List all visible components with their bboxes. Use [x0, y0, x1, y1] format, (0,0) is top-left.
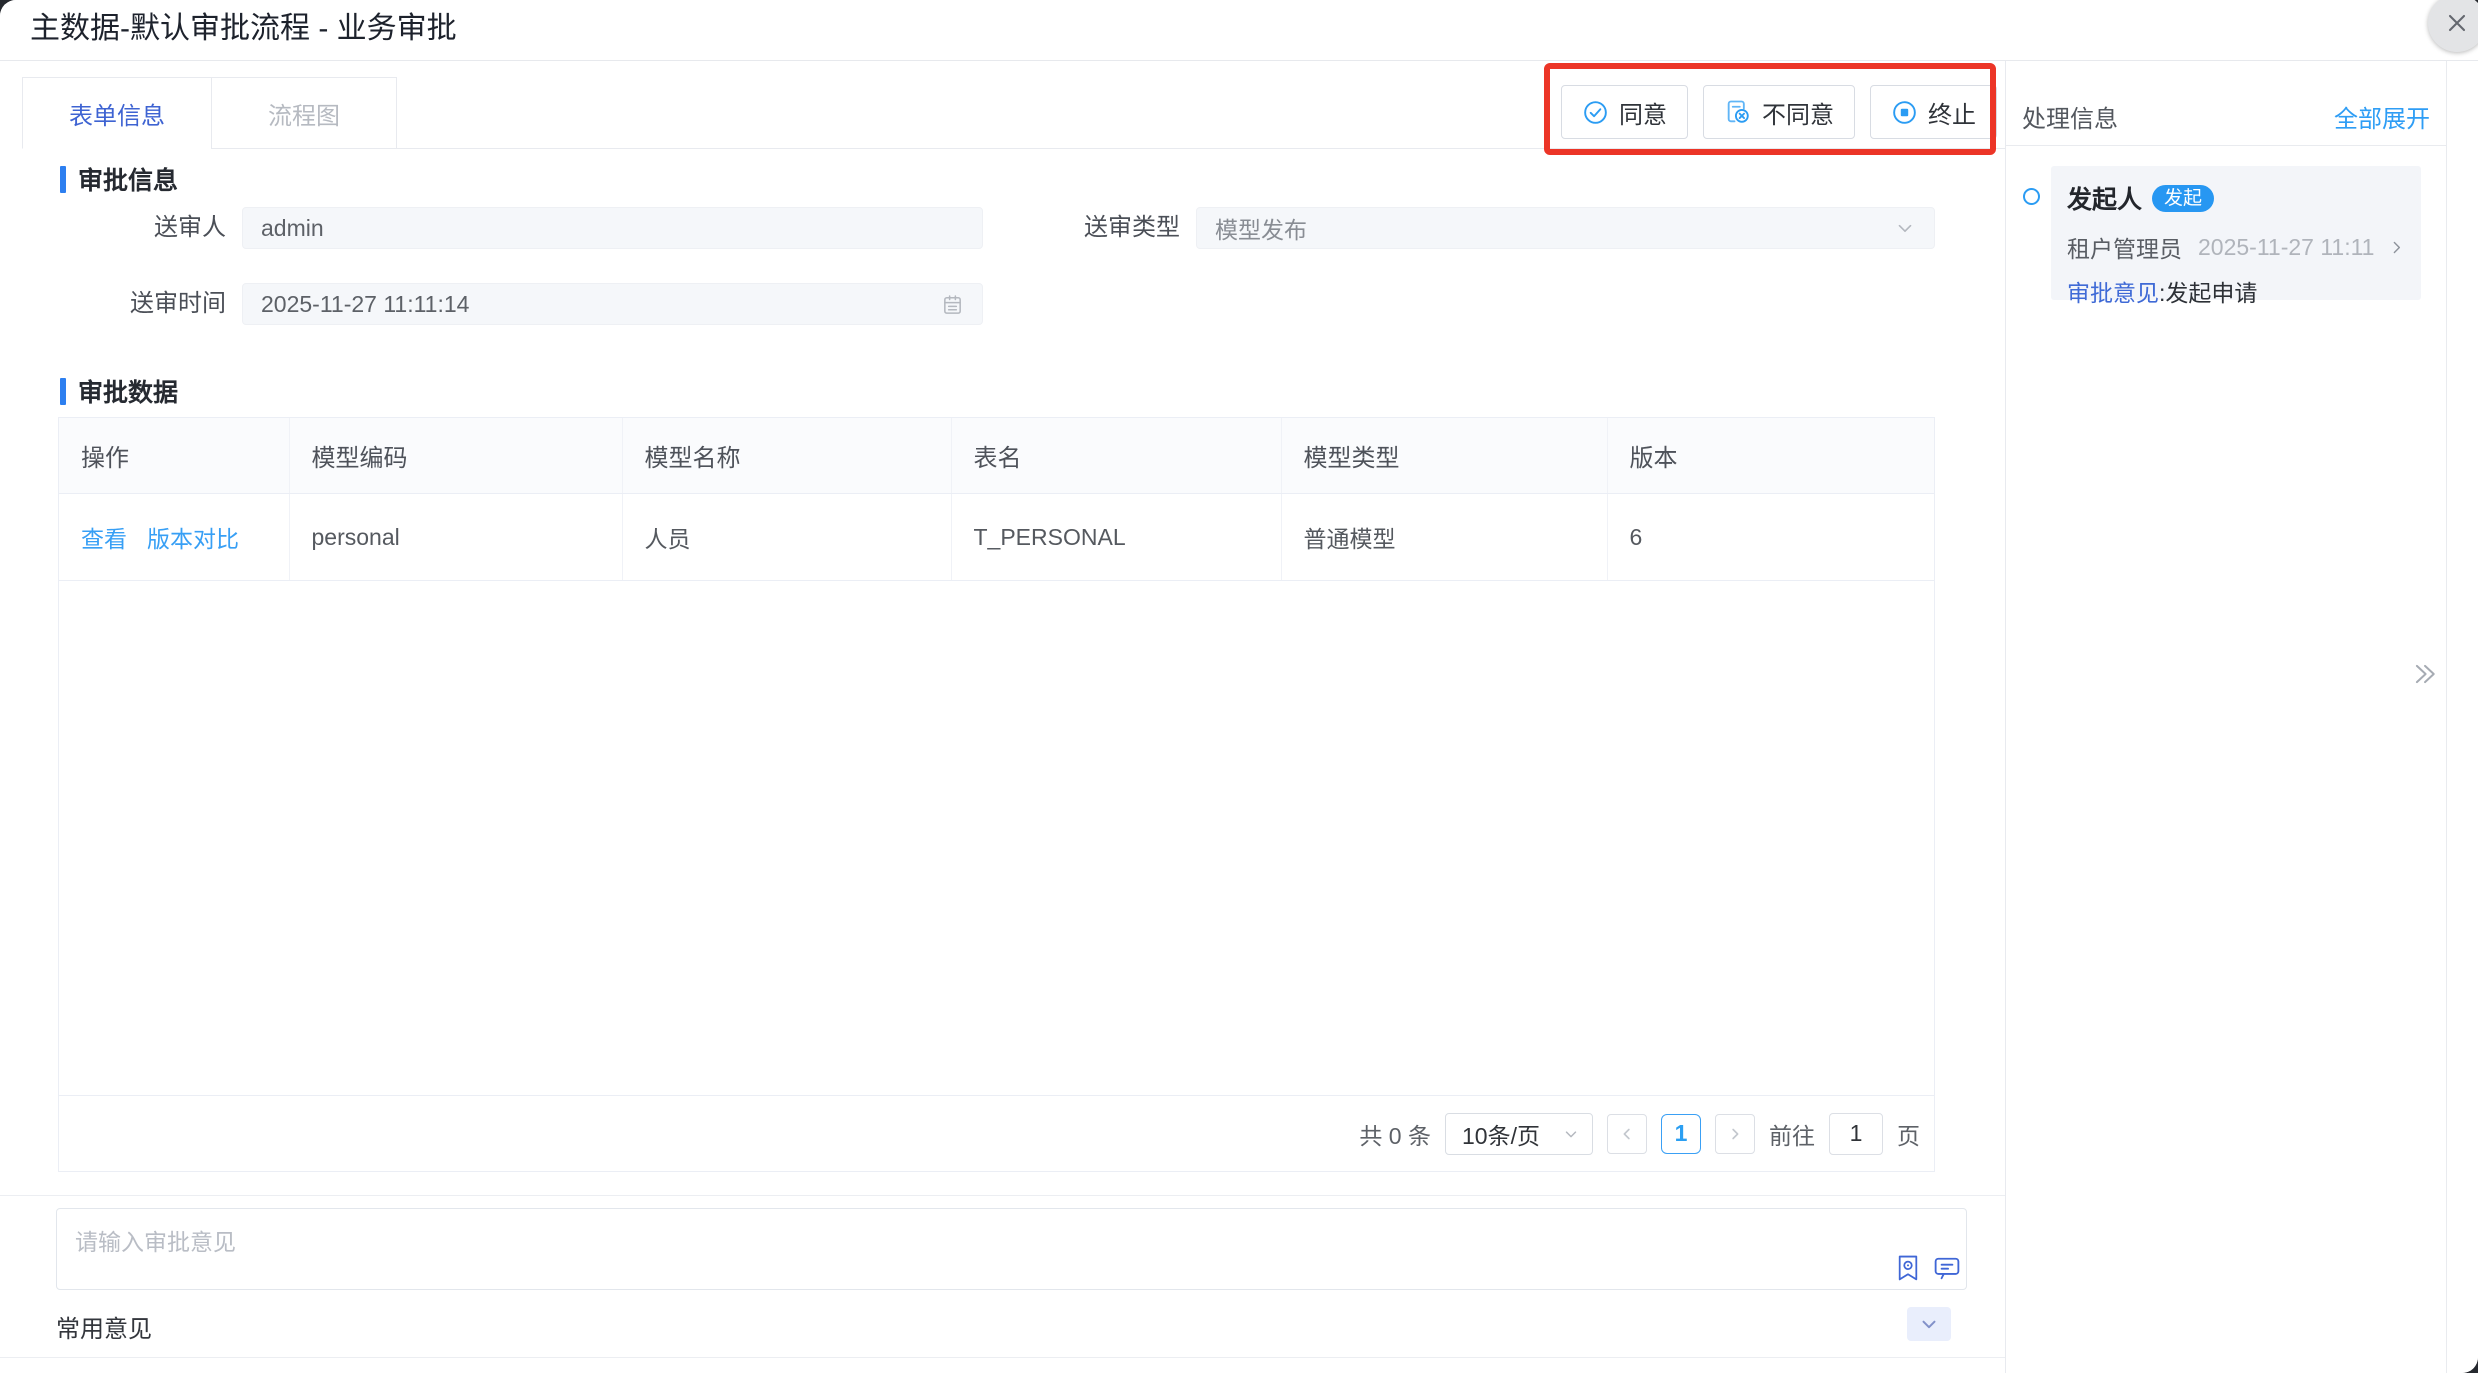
initiator-role: 发起人 — [2067, 180, 2142, 216]
section-bar — [60, 166, 66, 193]
expand-all-link[interactable]: 全部展开 — [2334, 99, 2430, 134]
section-approval-info-title: 审批信息 — [78, 161, 178, 197]
dialog-content: 表单信息 流程图 同意 不同 — [0, 61, 2478, 1373]
tab-form-info-label: 表单信息 — [69, 96, 165, 131]
pagination-total: 共 0 条 — [1359, 1117, 1431, 1151]
cell-version: 6 — [1607, 494, 1934, 581]
approval-dialog: 主数据-默认审批流程 - 业务审批 表单信息 流程图 同意 — [0, 0, 2478, 1373]
chevron-down-icon — [1894, 217, 1916, 239]
footer-divider — [0, 1357, 2005, 1358]
expand-item-chevron-icon[interactable] — [2388, 239, 2405, 256]
type-select[interactable]: 模型发布 — [1196, 207, 1935, 249]
process-info-panel: 处理信息 全部展开 发起人 发起 租户管理员 2025-11-27 11:11 — [2006, 61, 2478, 1373]
col-header-model-code: 模型编码 — [289, 418, 622, 494]
view-link[interactable]: 查看 — [81, 526, 127, 552]
opinion-value: :发起申请 — [2159, 280, 2257, 306]
version-compare-link[interactable]: 版本对比 — [147, 526, 239, 552]
chevron-down-icon — [1562, 1125, 1580, 1143]
col-header-model-name: 模型名称 — [622, 418, 951, 494]
panel-header-divider — [2006, 145, 2446, 146]
table-row: 查看版本对比 personal 人员 T_PERSONAL 普通模型 6 — [59, 494, 1934, 581]
current-page-button[interactable]: 1 — [1661, 1114, 1701, 1154]
type-label: 送审类型 — [1020, 207, 1180, 249]
page-size-value: 10条/页 — [1462, 1117, 1540, 1151]
tab-flowchart[interactable]: 流程图 — [211, 77, 397, 149]
pagination: 共 0 条 10条/页 1 — [59, 1095, 1934, 1171]
reject-button[interactable]: 不同意 — [1703, 85, 1855, 139]
process-item-card: 发起人 发起 租户管理员 2025-11-27 11:11 审批意见:发起申请 — [2051, 166, 2421, 300]
stop-circle-icon — [1891, 99, 1918, 126]
timeline-node-icon — [2023, 188, 2040, 205]
time-label: 送审时间 — [60, 283, 226, 325]
title-bar: 主数据-默认审批流程 - 业务审批 — [0, 0, 2478, 61]
panel-right-border — [2446, 61, 2447, 1373]
page-size-select[interactable]: 10条/页 — [1445, 1113, 1593, 1155]
sender-label: 送审人 — [60, 207, 226, 249]
comment-bubble-icon[interactable] — [1934, 1257, 1960, 1280]
reject-button-label: 不同意 — [1762, 95, 1834, 130]
page-unit-label: 页 — [1897, 1117, 1920, 1151]
modal-backdrop: 主数据-默认审批流程 - 业务审批 表单信息 流程图 同意 — [0, 0, 2478, 1373]
opinion-label: 审批意见 — [2067, 280, 2159, 306]
next-page-button[interactable] — [1715, 1114, 1755, 1154]
tab-form-info[interactable]: 表单信息 — [22, 77, 212, 149]
approve-button-label: 同意 — [1619, 95, 1667, 130]
tab-flowchart-label: 流程图 — [268, 96, 340, 131]
calendar-icon — [941, 293, 964, 316]
terminate-button-label: 终止 — [1928, 95, 1976, 130]
cell-model-name: 人员 — [622, 494, 951, 581]
process-timestamp: 2025-11-27 11:11 — [2198, 234, 2374, 261]
collapse-panel-icon[interactable] — [2410, 659, 2440, 689]
time-input-value: 2025-11-27 11:11:14 — [261, 291, 469, 318]
main-column: 表单信息 流程图 同意 不同 — [0, 61, 2006, 1373]
approval-comment-textarea[interactable] — [56, 1208, 1967, 1290]
col-header-model-type: 模型类型 — [1281, 418, 1607, 494]
section-approval-info: 审批信息 — [60, 161, 178, 197]
common-opinions-label: 常用意见 — [56, 1309, 152, 1344]
section-approval-data: 审批数据 — [60, 373, 178, 409]
process-panel-title: 处理信息 — [2022, 99, 2118, 134]
approval-actions: 同意 不同意 终止 — [1561, 85, 1997, 139]
chevron-right-icon — [1726, 1125, 1744, 1143]
common-opinions-dropdown-button[interactable] — [1907, 1307, 1951, 1341]
circle-check-icon — [1582, 99, 1609, 126]
goto-page-input[interactable] — [1829, 1113, 1883, 1155]
initiate-badge: 发起 — [2152, 185, 2214, 212]
col-header-version: 版本 — [1607, 418, 1934, 494]
comment-section-divider — [0, 1195, 2005, 1196]
favorite-badge-icon[interactable] — [1896, 1255, 1920, 1282]
cell-table-name: T_PERSONAL — [951, 494, 1281, 581]
section-bar — [60, 378, 66, 405]
chevron-down-icon — [1918, 1313, 1940, 1335]
sender-input[interactable] — [242, 207, 983, 249]
type-select-value: 模型发布 — [1215, 211, 1307, 245]
approval-data-table: 操作 模型编码 模型名称 表名 模型类型 版本 查看版本对 — [58, 417, 1935, 1172]
document-x-icon — [1724, 98, 1752, 126]
prev-page-button[interactable] — [1607, 1114, 1647, 1154]
chevron-left-icon — [1618, 1125, 1636, 1143]
cell-model-code: personal — [289, 494, 622, 581]
approve-button[interactable]: 同意 — [1561, 85, 1688, 139]
cell-model-type: 普通模型 — [1281, 494, 1607, 581]
section-approval-data-title: 审批数据 — [78, 373, 178, 409]
col-header-action: 操作 — [59, 418, 289, 494]
goto-label: 前往 — [1769, 1117, 1815, 1151]
table-header-row: 操作 模型编码 模型名称 表名 模型类型 版本 — [59, 418, 1934, 494]
terminate-button[interactable]: 终止 — [1870, 85, 1997, 139]
operator-name: 租户管理员 — [2067, 230, 2182, 264]
time-input[interactable]: 2025-11-27 11:11:14 — [242, 283, 983, 325]
page-title: 主数据-默认审批流程 - 业务审批 — [30, 0, 457, 58]
col-header-table-name: 表名 — [951, 418, 1281, 494]
comment-toolbar — [1896, 1255, 1960, 1282]
close-icon — [2443, 9, 2471, 37]
